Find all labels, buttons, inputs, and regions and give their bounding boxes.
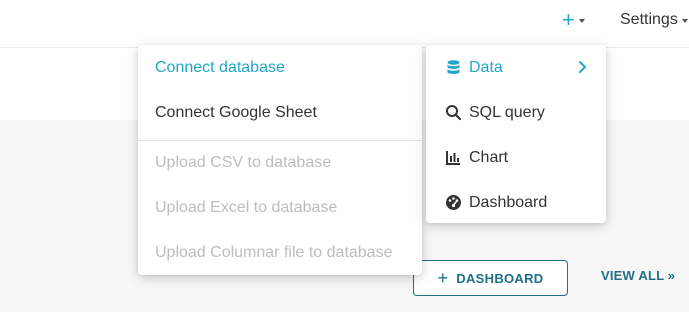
search-icon <box>445 104 462 121</box>
add-dashboard-button[interactable]: + DASHBOARD <box>413 260 568 296</box>
caret-down-icon <box>578 19 585 23</box>
add-dashboard-label: DASHBOARD <box>456 270 544 286</box>
caret-down-icon <box>681 19 688 23</box>
settings-menu[interactable]: Settings <box>620 9 688 31</box>
menu-item-dashboard-label: Dashboard <box>469 193 548 211</box>
database-icon <box>445 59 462 76</box>
data-submenu: Connect database Connect Google Sheet Up… <box>138 45 422 275</box>
menu-item-chart[interactable]: Chart <box>426 135 606 180</box>
dashboard-gauge-icon <box>445 194 462 211</box>
menu-item-dashboard[interactable]: Dashboard <box>426 180 606 225</box>
plus-icon: + <box>562 7 575 32</box>
menu-item-data[interactable]: Data <box>426 45 606 90</box>
menu-item-upload-excel: Upload Excel to database <box>155 198 338 216</box>
new-menu-trigger[interactable]: + <box>562 8 596 32</box>
view-all-link[interactable]: VIEW ALL » <box>601 268 675 283</box>
app-window: + Settings + DASHBOARD VIEW ALL » Connec… <box>0 0 689 312</box>
menu-item-connect-database[interactable]: Connect database <box>138 45 422 90</box>
bar-chart-icon <box>445 149 462 166</box>
new-menu: Data SQL query Chart Dashboard <box>426 45 606 223</box>
chevron-right-icon <box>579 61 586 73</box>
plus-icon: + <box>437 268 449 288</box>
menu-item-sql-query-label: SQL query <box>469 103 545 121</box>
menu-item-upload-columnar: Upload Columnar file to database <box>155 243 393 261</box>
menu-item-upload-csv: Upload CSV to database <box>155 153 332 171</box>
menu-item-connect-google-sheet[interactable]: Connect Google Sheet <box>138 90 422 135</box>
menu-item-sql-query[interactable]: SQL query <box>426 90 606 135</box>
menu-item-data-label: Data <box>469 58 503 76</box>
top-navbar: + Settings <box>0 0 689 48</box>
menu-item-chart-label: Chart <box>469 148 509 166</box>
settings-label: Settings <box>620 11 678 28</box>
